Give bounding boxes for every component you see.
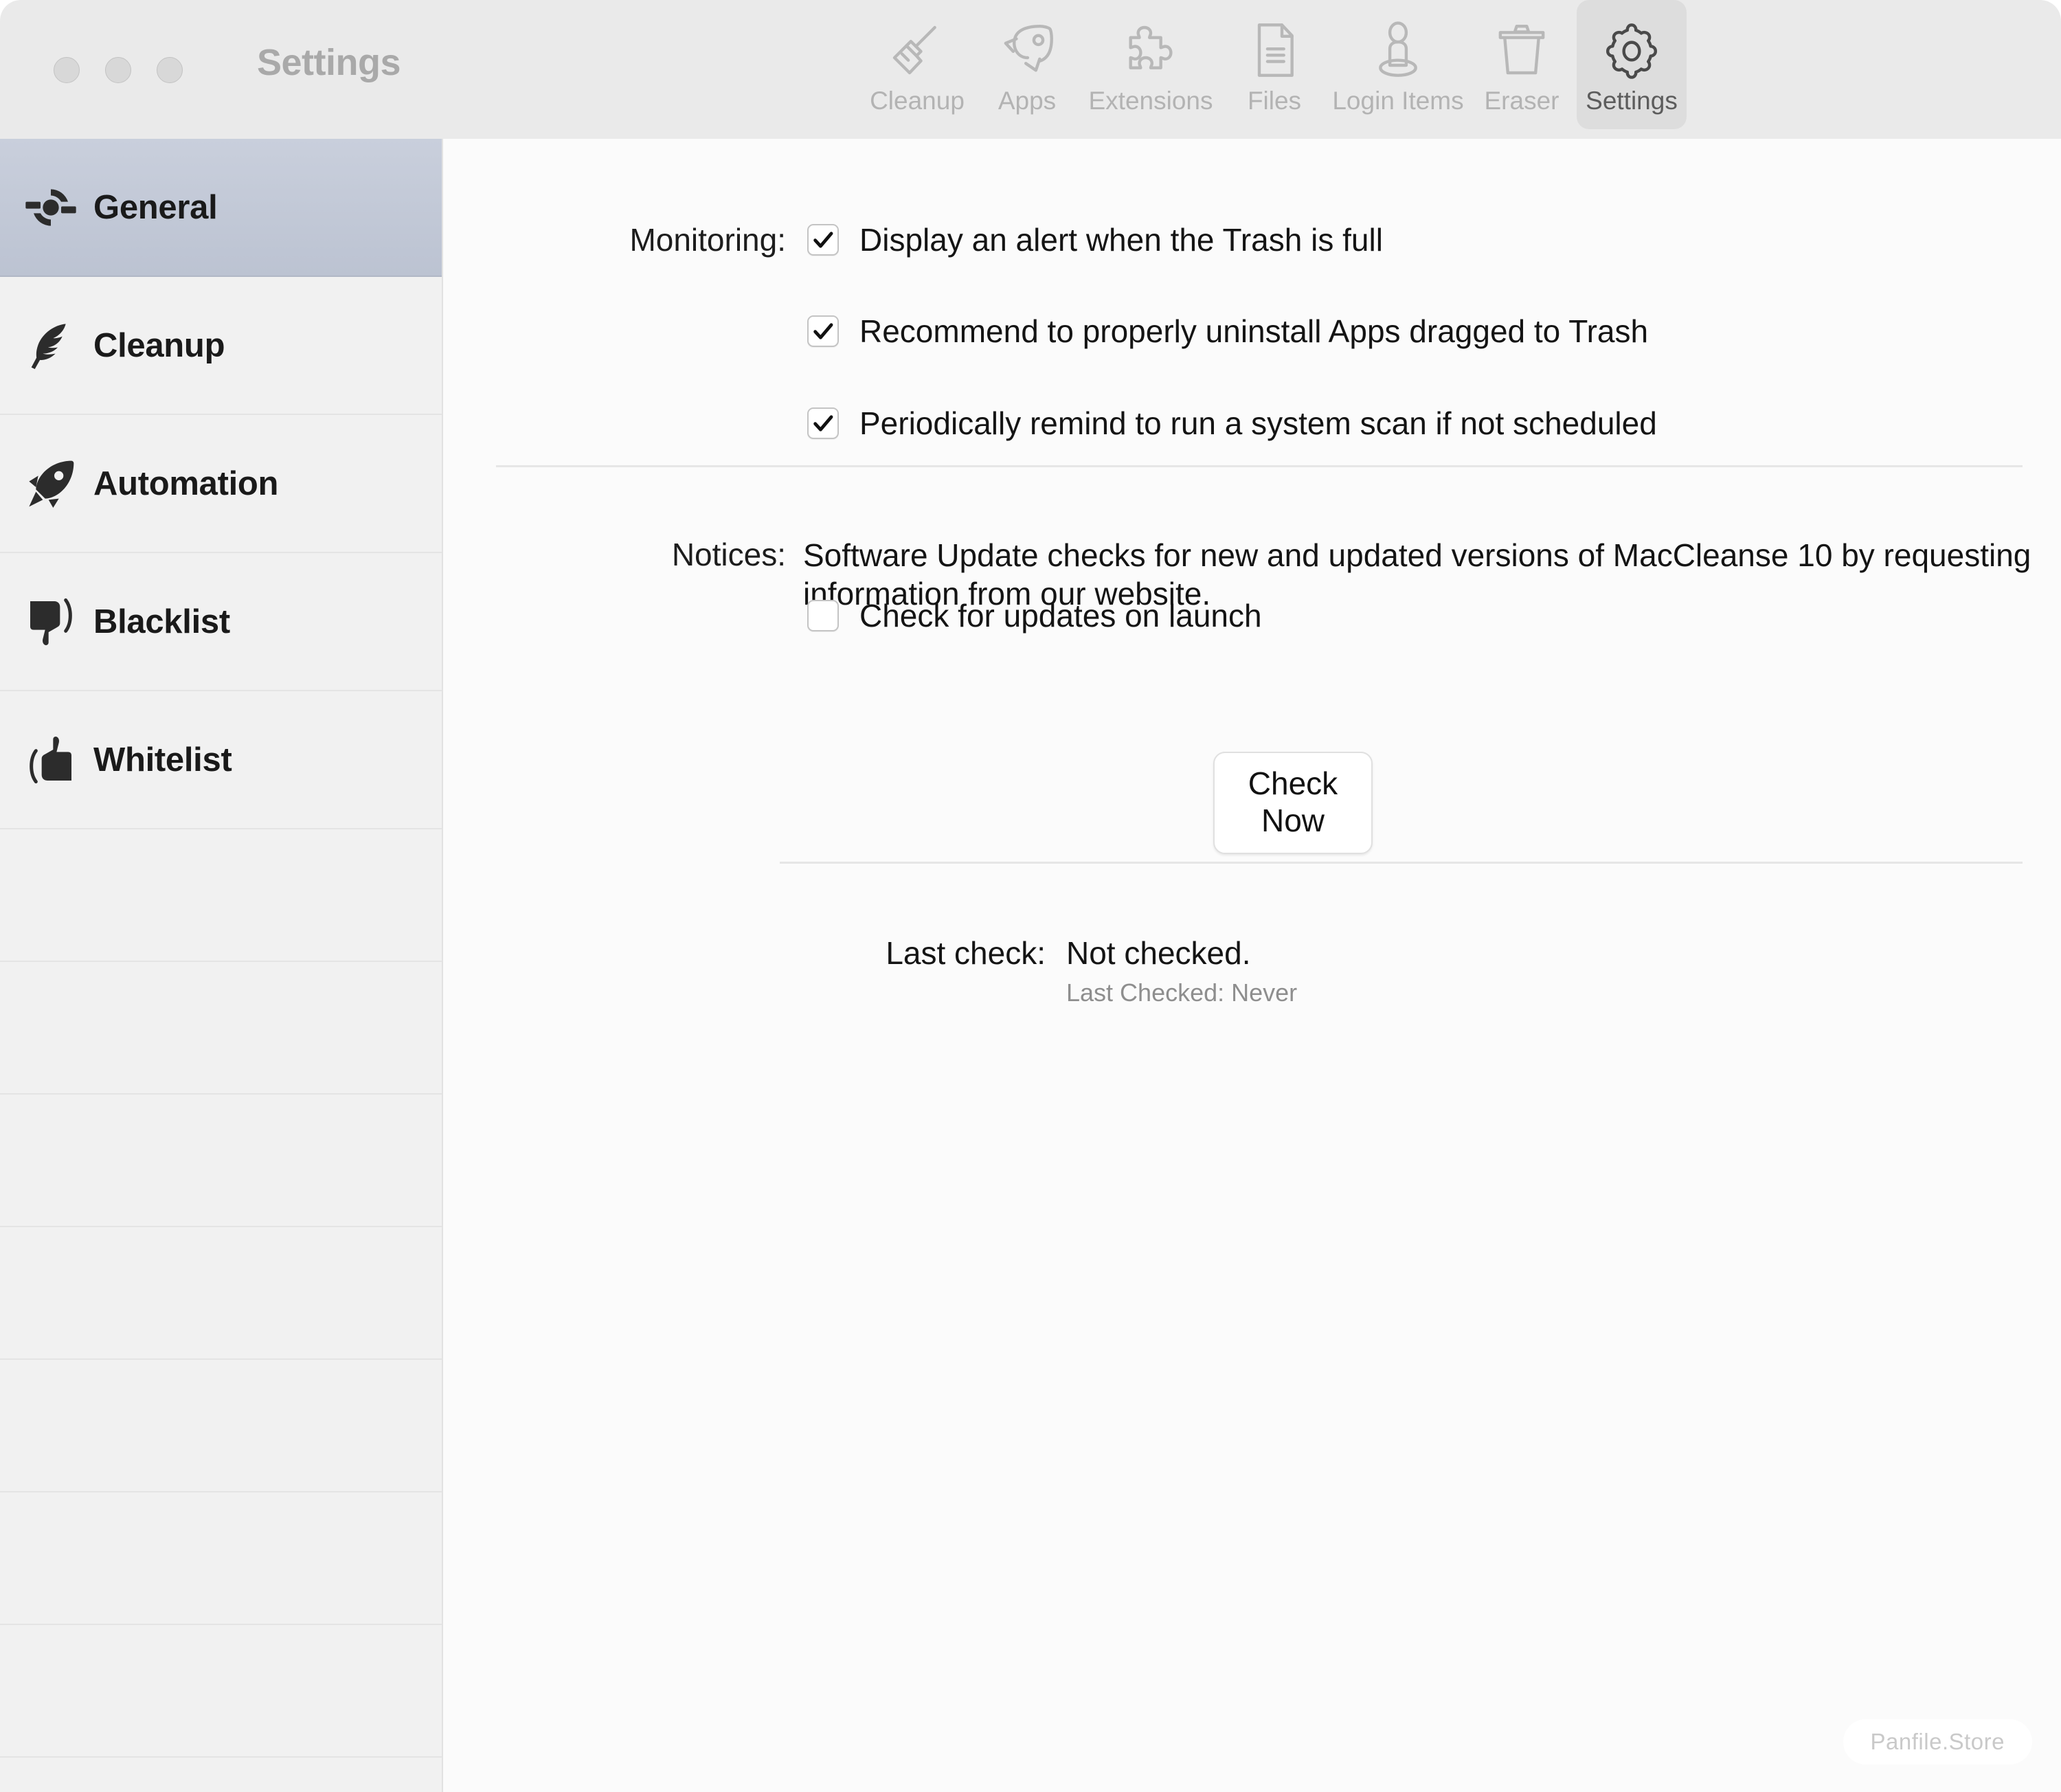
rocket-icon	[18, 456, 84, 511]
main-content: Monitoring: Display an alert when the Tr…	[444, 139, 2061, 1792]
toolbar-item-apps[interactable]: Apps	[972, 0, 1082, 129]
sidebar-empty-row	[0, 829, 442, 962]
broom-icon	[887, 16, 947, 84]
monitoring-option-label: Periodically remind to run a system scan…	[859, 405, 1657, 441]
feather-icon	[18, 318, 84, 373]
monitoring-option-uninstall-recommend[interactable]: Recommend to properly uninstall Apps dra…	[807, 313, 1648, 350]
sidebar-item-automation[interactable]: Automation	[0, 415, 442, 553]
sidebar-empty-row	[0, 1625, 442, 1758]
sidebar-empty-row	[0, 1758, 442, 1792]
toolbar-item-label: Eraser	[1484, 87, 1559, 115]
toolbar-item-eraser[interactable]: Eraser	[1467, 0, 1577, 129]
sidebar-item-cleanup[interactable]: Cleanup	[0, 277, 442, 415]
notices-label: Notices:	[671, 537, 786, 572]
sidebar-item-label: Whitelist	[93, 741, 232, 779]
sidebar-empty-row	[0, 1492, 442, 1625]
last-check-sub-wrap: Last Checked: Never	[1066, 978, 1297, 1007]
sidebar-item-label: General	[93, 188, 218, 226]
toolbar-item-label: Login Items	[1332, 87, 1464, 115]
toolbar-item-login-items[interactable]: Login Items	[1329, 0, 1467, 129]
checkbox-scan-reminder[interactable]	[807, 407, 839, 439]
watermark: Panfile.Store	[1843, 1719, 2032, 1765]
sidebar-item-whitelist[interactable]: Whitelist	[0, 691, 442, 829]
target-cycle-icon	[18, 180, 84, 235]
section-divider-monitoring	[496, 465, 2023, 467]
person-icon	[1368, 16, 1428, 84]
last-check-value-wrap: Not checked.	[1066, 934, 1250, 972]
toolbar-item-extensions[interactable]: Extensions	[1082, 0, 1219, 129]
settings-window: Settings Cleanup Apps Extensions Files L…	[0, 0, 2061, 1792]
thumbs-down-icon	[18, 594, 84, 649]
check-updates-on-launch-label: Check for updates on launch	[859, 598, 1262, 634]
sidebar-item-label: Blacklist	[93, 603, 230, 640]
check-now-button-wrap: Check Now	[1213, 752, 1373, 854]
gear-icon	[1601, 16, 1662, 84]
sidebar-item-label: Cleanup	[93, 326, 225, 364]
sidebar-item-general[interactable]: General	[0, 139, 442, 277]
toolbar-item-cleanup[interactable]: Cleanup	[862, 0, 972, 129]
checkbox-uninstall-recommend[interactable]	[807, 315, 839, 347]
monitoring-label: Monitoring:	[629, 222, 786, 258]
check-updates-on-launch-row[interactable]: Check for updates on launch	[807, 597, 1262, 634]
sidebar-empty-row	[0, 1227, 442, 1360]
notices-label-wrap: Notices:	[444, 536, 786, 573]
monitoring-option-label: Recommend to properly uninstall Apps dra…	[859, 313, 1649, 349]
last-check-label-wrap: Last check:	[444, 934, 1046, 972]
toolbar-item-label: Cleanup	[870, 87, 965, 115]
titlebar: Settings Cleanup Apps Extensions Files L…	[0, 0, 2061, 139]
rocket-icon	[997, 16, 1057, 84]
check-now-button[interactable]: Check Now	[1213, 752, 1373, 854]
sidebar-item-blacklist[interactable]: Blacklist	[0, 553, 442, 691]
document-icon	[1244, 16, 1305, 84]
sidebar-empty-row	[0, 962, 442, 1095]
toolbar-item-label: Settings	[1586, 87, 1678, 115]
toolbar: Cleanup Apps Extensions Files Login Item…	[862, 0, 1687, 139]
zoom-button[interactable]	[157, 57, 183, 83]
trash-icon	[1491, 16, 1552, 84]
monitoring-option-label: Display an alert when the Trash is full	[859, 222, 1383, 258]
window-title: Settings	[257, 42, 401, 83]
puzzle-piece-icon	[1120, 16, 1181, 84]
monitoring-label-wrap: Monitoring:	[444, 221, 786, 258]
last-check-value: Not checked.	[1066, 935, 1251, 971]
sidebar: General Cleanup Automation Blacklist Whi…	[0, 139, 443, 1792]
toolbar-item-label: Extensions	[1088, 87, 1213, 115]
toolbar-item-label: Apps	[998, 87, 1057, 115]
sidebar-empty-row	[0, 1095, 442, 1227]
sidebar-empty-row	[0, 1360, 442, 1492]
toolbar-item-settings[interactable]: Settings	[1577, 0, 1687, 129]
thumbs-up-icon	[18, 732, 84, 787]
toolbar-item-label: Files	[1247, 87, 1302, 115]
minimize-button[interactable]	[105, 57, 131, 83]
checkbox-trash-alert[interactable]	[807, 224, 839, 256]
sidebar-item-label: Automation	[93, 464, 279, 502]
close-button[interactable]	[54, 57, 80, 83]
monitoring-option-trash-alert[interactable]: Display an alert when the Trash is full	[807, 221, 1383, 258]
last-check-sub: Last Checked: Never	[1066, 978, 1298, 1007]
monitoring-option-scan-reminder[interactable]: Periodically remind to run a system scan…	[807, 405, 1657, 442]
section-divider-notices	[780, 862, 2023, 864]
checkbox-check-updates-on-launch[interactable]	[807, 600, 839, 631]
last-check-label: Last check:	[886, 935, 1046, 971]
traffic-lights	[54, 57, 183, 83]
toolbar-item-files[interactable]: Files	[1219, 0, 1329, 129]
